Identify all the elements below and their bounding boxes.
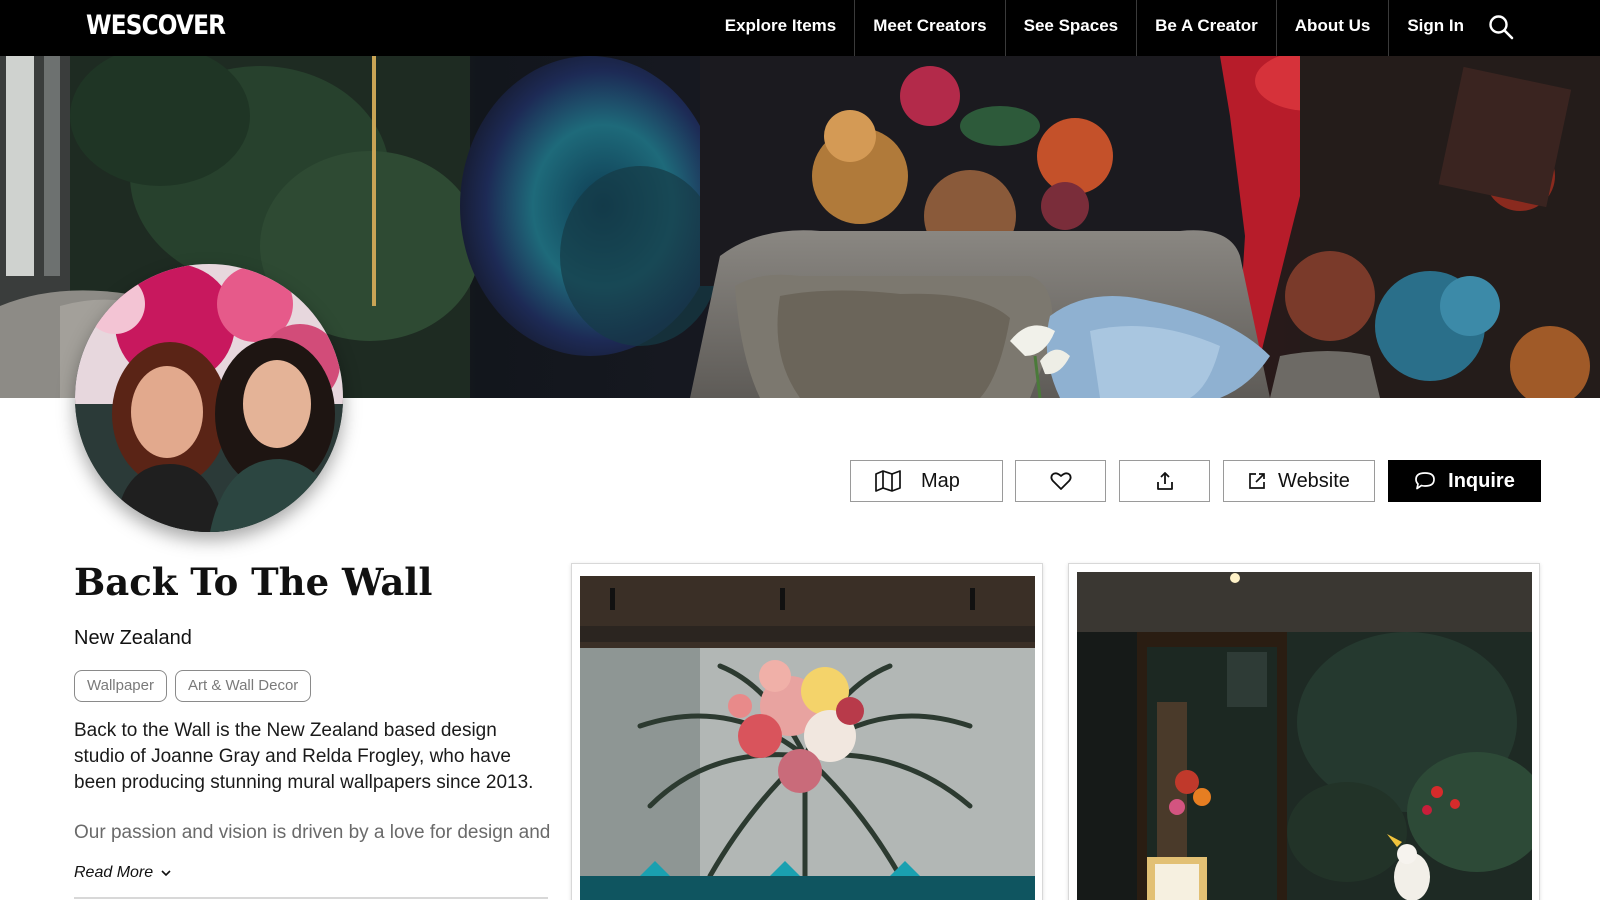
external-link-icon <box>1248 472 1266 490</box>
creator-bio: Back to the Wall is the New Zealand base… <box>74 720 534 793</box>
gallery-card[interactable] <box>571 563 1043 900</box>
inquire-button-label: Inquire <box>1448 469 1515 492</box>
share-button[interactable] <box>1119 460 1210 502</box>
top-navigation-bar: WESCOVER Explore Items Meet Creators See… <box>0 0 1600 56</box>
gallery-card[interactable] <box>1068 563 1540 900</box>
website-button-label: Website <box>1278 469 1350 492</box>
nav-link-sign-in[interactable]: Sign In <box>1388 0 1482 56</box>
read-more-label: Read More <box>74 864 154 881</box>
share-icon <box>1155 471 1175 491</box>
section-divider <box>74 897 548 899</box>
map-icon <box>875 470 901 492</box>
nav-link-explore-items[interactable]: Explore Items <box>707 0 855 56</box>
nav-links: Explore Items Meet Creators See Spaces B… <box>707 0 1482 56</box>
wescover-logo[interactable]: WESCOVER <box>86 10 226 41</box>
nav-link-see-spaces[interactable]: See Spaces <box>1004 0 1137 56</box>
gallery-image-palm-floral-mural <box>580 576 1035 900</box>
read-more-link[interactable]: Read More <box>74 864 171 882</box>
chevron-down-icon <box>161 864 171 882</box>
tag-wallpaper[interactable]: Wallpaper <box>74 670 167 702</box>
website-button[interactable]: Website <box>1223 460 1375 502</box>
heart-icon <box>1049 471 1072 491</box>
inquire-button[interactable]: Inquire <box>1388 460 1541 502</box>
map-button[interactable]: Map <box>850 460 1003 502</box>
tag-art-wall-decor[interactable]: Art & Wall Decor <box>174 670 312 702</box>
creator-location: New Zealand <box>74 627 192 649</box>
nav-link-about-us[interactable]: About Us <box>1275 0 1389 56</box>
gallery-image-jungle-mural <box>1077 572 1532 900</box>
chat-bubble-icon <box>1414 471 1436 491</box>
creator-bio-continued: Our passion and vision is driven by a lo… <box>74 822 551 843</box>
page-title: Back To The Wall <box>74 560 433 604</box>
profile-avatar <box>75 264 343 532</box>
nav-link-meet-creators[interactable]: Meet Creators <box>854 0 1004 56</box>
map-button-label: Map <box>921 469 960 492</box>
search-icon[interactable] <box>1488 14 1514 40</box>
favorite-button[interactable] <box>1015 460 1106 502</box>
category-tags: Wallpaper Art & Wall Decor <box>74 670 312 702</box>
nav-link-be-a-creator[interactable]: Be A Creator <box>1136 0 1276 56</box>
